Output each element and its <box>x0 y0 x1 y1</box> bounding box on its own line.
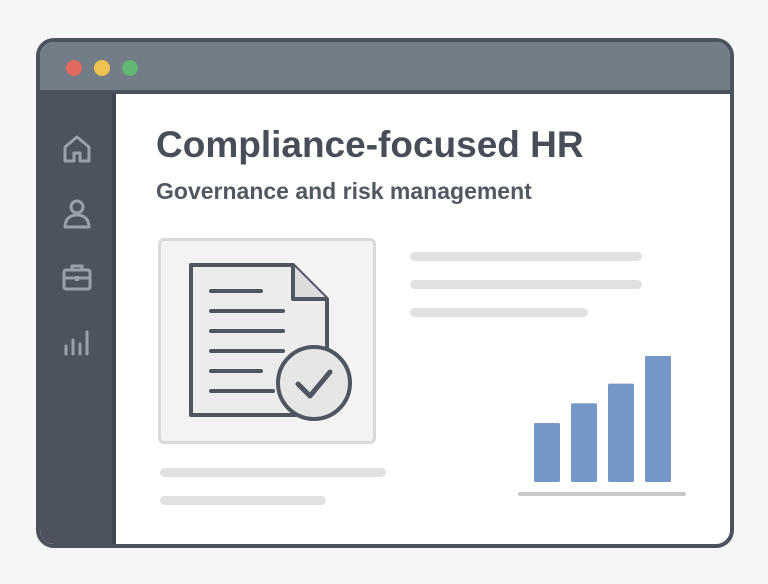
maximize-button[interactable] <box>122 60 138 76</box>
sidebar-item-home[interactable] <box>60 132 94 166</box>
main-content: Compliance-focused HR Governance and ris… <box>116 94 730 544</box>
placeholder-line <box>410 280 642 289</box>
chart-bar <box>571 403 597 482</box>
app-window: Compliance-focused HR Governance and ris… <box>36 38 734 548</box>
checkmark-circle-icon <box>276 345 352 421</box>
placeholder-line <box>160 496 326 505</box>
page-subtitle: Governance and risk management <box>156 178 532 204</box>
briefcase-icon <box>60 260 94 294</box>
minimize-button[interactable] <box>94 60 110 76</box>
home-icon <box>60 132 94 166</box>
chart-bar <box>534 422 560 482</box>
chart-bar <box>608 383 634 482</box>
placeholder-line <box>410 308 588 317</box>
bar-chart-icon <box>60 324 94 358</box>
bar-chart <box>518 356 686 496</box>
placeholder-line <box>160 468 386 477</box>
user-icon <box>60 196 94 230</box>
title-bar <box>40 42 730 94</box>
close-button[interactable] <box>66 60 82 76</box>
placeholder-line <box>410 252 642 261</box>
sidebar <box>40 94 116 544</box>
chart-bar <box>645 356 671 482</box>
sidebar-item-jobs[interactable] <box>60 260 94 294</box>
document-card <box>158 238 376 444</box>
page-title: Compliance-focused HR <box>156 124 584 165</box>
sidebar-item-users[interactable] <box>60 196 94 230</box>
sidebar-item-analytics[interactable] <box>60 324 94 358</box>
